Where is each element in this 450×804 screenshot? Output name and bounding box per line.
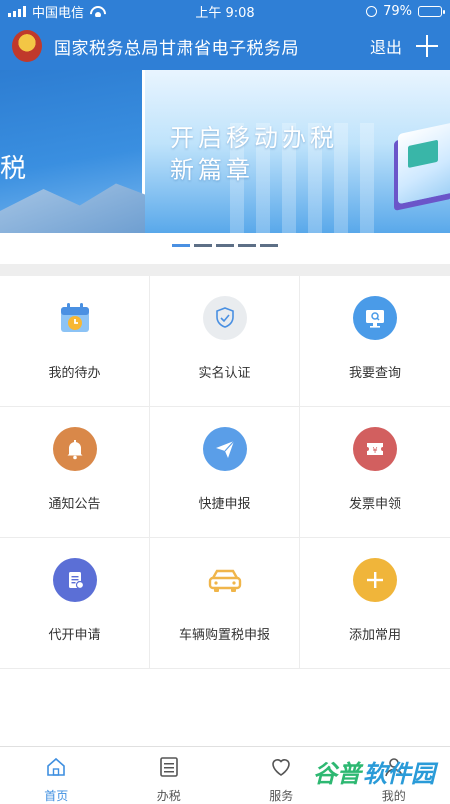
monitor-search-icon: [353, 296, 397, 340]
grid-item-2[interactable]: 我要查询: [300, 276, 450, 407]
watermark-logo: 谷普 软件园: [306, 750, 442, 792]
phone-device-graphic: [398, 122, 450, 204]
battery-icon: [418, 6, 442, 17]
document-edit-icon: [53, 558, 97, 602]
tab-label: 服务: [269, 787, 293, 804]
carousel-dot[interactable]: [238, 244, 256, 247]
carousel-dot[interactable]: [172, 244, 190, 247]
ticket-icon: ¥: [353, 427, 397, 471]
heart-icon: [269, 755, 293, 783]
bell-icon: [53, 427, 97, 471]
banner-left-fragment: 税: [0, 148, 30, 185]
grid-item-label: 发票申领: [349, 493, 401, 512]
tab-label: 办税: [157, 787, 181, 804]
section-divider: [0, 264, 450, 276]
page-title: 国家税务总局甘肃省电子税务局: [54, 34, 299, 59]
carousel-dot[interactable]: [194, 244, 212, 247]
app-header: 国家税务总局甘肃省电子税务局 退出: [0, 22, 450, 70]
grid-item-label: 车辆购置税申报: [179, 624, 270, 643]
battery-percent: 79%: [383, 4, 412, 19]
grid-item-label: 我要查询: [349, 362, 401, 381]
add-icon-button[interactable]: [416, 35, 438, 57]
carrier-label: 中国电信: [32, 2, 84, 21]
grid-item-label: 添加常用: [349, 624, 401, 643]
grid-item-label: 我的待办: [48, 362, 100, 381]
status-bar: 中国电信 上午 9:08 79%: [0, 0, 450, 22]
grid-item-3[interactable]: 通知公告: [0, 407, 150, 538]
grid-item-4[interactable]: 快捷申报: [150, 407, 300, 538]
shield-check-icon: [203, 296, 247, 340]
banner-title-line2: 新篇章: [170, 154, 338, 186]
logout-button[interactable]: 退出: [370, 34, 402, 58]
tab-home[interactable]: 首页: [0, 747, 113, 800]
grid-item-label: 实名认证: [198, 362, 250, 381]
signal-icon: [8, 6, 26, 17]
grid-item-8[interactable]: 添加常用: [300, 538, 450, 669]
wifi-icon: [90, 6, 106, 17]
grid-item-0[interactable]: 我的待办: [0, 276, 150, 407]
great-wall-graphic: [0, 178, 145, 233]
carousel-dot[interactable]: [260, 244, 278, 247]
banner-previous-slide: 税: [0, 70, 145, 233]
alarm-icon: [366, 6, 377, 17]
calendar-clock-icon: [53, 296, 97, 340]
grid-item-label: 代开申请: [48, 624, 100, 643]
grid-item-label: 快捷申报: [198, 493, 250, 512]
svg-text:¥: ¥: [372, 446, 377, 455]
banner-carousel[interactable]: 税 开启移动办税 新篇章: [0, 70, 450, 233]
watermark-part2: 软件园: [363, 754, 435, 789]
tax-emblem-logo: [12, 30, 42, 62]
grid-item-1[interactable]: 实名认证: [150, 276, 300, 407]
grid-item-label: 通知公告: [48, 493, 100, 512]
tab-list[interactable]: 办税: [113, 747, 226, 800]
carousel-indicators: [0, 244, 450, 247]
banner-title: 开启移动办税 新篇章: [170, 122, 338, 186]
paper-plane-icon: [203, 427, 247, 471]
home-icon: [44, 755, 68, 783]
plus-icon: [353, 558, 397, 602]
watermark-part1: 谷普: [313, 754, 361, 789]
car-icon: [203, 558, 247, 602]
banner-title-line1: 开启移动办税: [170, 122, 338, 154]
tab-label: 首页: [44, 787, 68, 804]
grid-item-7[interactable]: 车辆购置税申报: [150, 538, 300, 669]
grid-item-6[interactable]: 代开申请: [0, 538, 150, 669]
carousel-dot[interactable]: [216, 244, 234, 247]
list-icon: [157, 755, 181, 783]
function-grid: 我的待办 实名认证 我要查询通知公告 快捷申报 ¥ 发票申领代开申请 车辆购置税申报 添加常用: [0, 276, 450, 669]
grid-item-5[interactable]: ¥ 发票申领: [300, 407, 450, 538]
